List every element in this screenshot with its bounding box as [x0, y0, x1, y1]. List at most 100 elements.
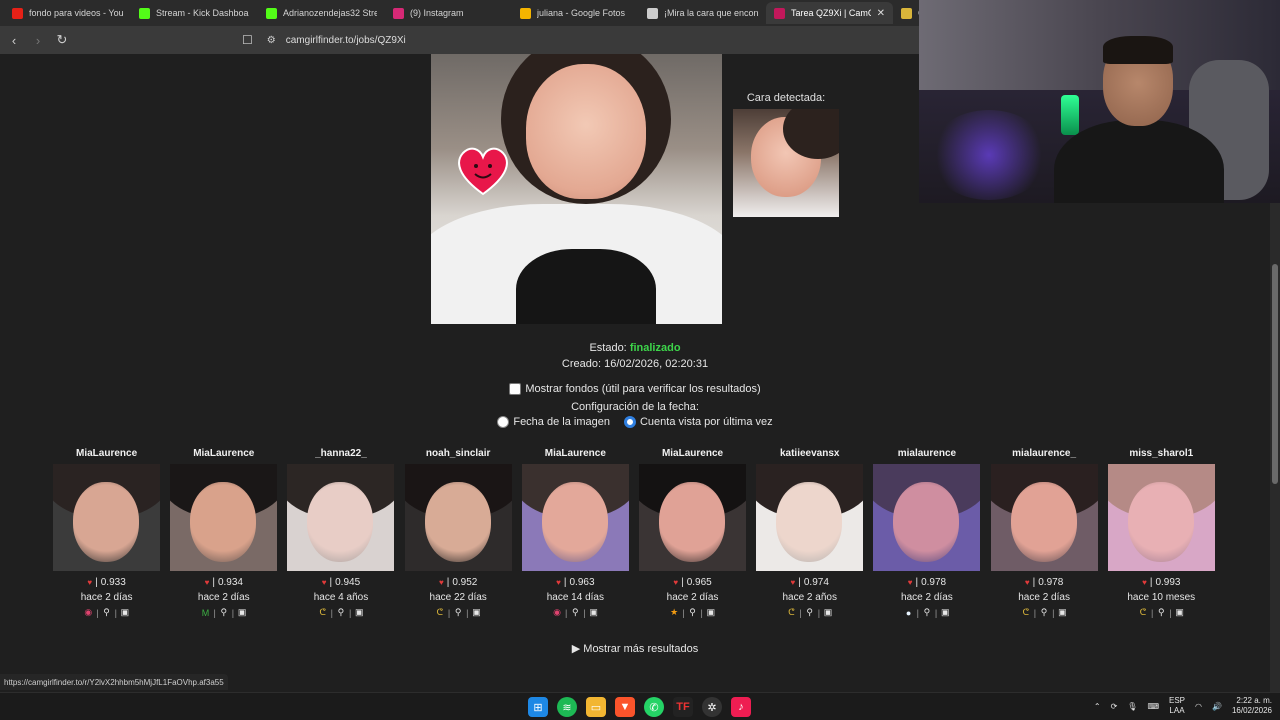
result-card[interactable]: mialaurence_ ♥ | 0.978 hace 2 días ᕦ | ⚲ | ▣: [986, 448, 1103, 618]
result-username[interactable]: _hanna22_: [315, 448, 367, 464]
result-thumbnail[interactable]: [404, 464, 512, 571]
result-thumbnail[interactable]: [521, 464, 629, 571]
profile-card-icon[interactable]: ▣: [472, 607, 482, 618]
result-username[interactable]: mialaurence_: [1012, 448, 1076, 464]
location-pin-icon[interactable]: ⚲: [1156, 607, 1166, 618]
result-thumbnail[interactable]: [53, 464, 161, 571]
result-thumbnail[interactable]: [639, 464, 747, 571]
reload-icon[interactable]: ↻: [52, 30, 72, 50]
brave-icon[interactable]: ▼: [615, 697, 635, 717]
sync-icon[interactable]: ⟳: [1111, 702, 1118, 711]
result-card[interactable]: miss_sharol1 ♥ | 0.993 hace 10 meses ᕦ | ⚲ | ▣: [1103, 448, 1220, 618]
radio-image-date-label[interactable]: Fecha de la imagen: [513, 416, 610, 428]
platform-icon[interactable]: ᕦ: [435, 607, 445, 618]
platform-icon[interactable]: M: [200, 608, 210, 618]
windows-start-icon[interactable]: ⊞: [528, 697, 548, 717]
address-bar[interactable]: camgirlfinder.to/jobs/QZ9Xi: [286, 35, 406, 46]
result-thumbnail[interactable]: [287, 464, 395, 571]
back-icon[interactable]: ‹: [4, 30, 24, 50]
radio-last-seen-label[interactable]: Cuenta vista por última vez: [640, 416, 773, 428]
volume-icon[interactable]: 🔊: [1212, 702, 1222, 711]
result-thumbnail[interactable]: [990, 464, 1098, 571]
clock[interactable]: 2:22 a. m. 16/02/2026: [1232, 696, 1272, 716]
location-pin-icon[interactable]: ⚲: [102, 607, 112, 618]
location-pin-icon[interactable]: ⚲: [570, 607, 580, 618]
show-more-results-button[interactable]: ▶ Mostrar más resultados: [0, 642, 1270, 655]
scrollbar-thumb[interactable]: [1272, 264, 1278, 484]
profile-card-icon[interactable]: ▣: [1057, 607, 1067, 618]
browser-tab[interactable]: (9) Instagram: [385, 2, 512, 24]
profile-card-icon[interactable]: ▣: [120, 607, 130, 618]
file-explorer-icon[interactable]: ▭: [586, 697, 606, 717]
result-card[interactable]: MiaLaurence ♥ | 0.934 hace 2 días M | ⚲ | ▣: [165, 448, 282, 618]
result-card[interactable]: noah_sinclair ♥ | 0.952 hace 22 días ᕦ | ⚲ | ▣: [400, 448, 517, 618]
browser-tab[interactable]: juliana - Google Fotos: [512, 2, 639, 24]
location-pin-icon[interactable]: ⚲: [336, 607, 346, 618]
result-card[interactable]: katiieevansx ♥ | 0.974 hace 2 años ᕦ | ⚲ | ▣: [751, 448, 868, 618]
result-username[interactable]: MiaLaurence: [545, 448, 606, 464]
result-username[interactable]: katiieevansx: [780, 448, 840, 464]
profile-card-icon[interactable]: ▣: [354, 607, 364, 618]
profile-card-icon[interactable]: ▣: [589, 607, 599, 618]
chatgpt-icon[interactable]: ✲: [702, 697, 722, 717]
platform-icon[interactable]: ◉: [552, 607, 562, 618]
language-indicator[interactable]: ESP LAA: [1169, 696, 1185, 716]
whatsapp-icon[interactable]: ✆: [644, 697, 664, 717]
tab-label: ¡Mira la cara que encontré: [664, 8, 758, 18]
platform-icon[interactable]: ᕦ: [786, 607, 796, 618]
spotify-icon[interactable]: ≋: [557, 697, 577, 717]
result-username[interactable]: MiaLaurence: [76, 448, 137, 464]
tiktok-icon[interactable]: ♪: [731, 697, 751, 717]
result-card[interactable]: MiaLaurence ♥ | 0.965 hace 2 días ★ | ⚲ | ▣: [634, 448, 751, 618]
result-username[interactable]: miss_sharol1: [1129, 448, 1193, 464]
radio-image-date[interactable]: [497, 416, 510, 428]
platform-icon[interactable]: ★: [669, 607, 679, 618]
show-backgrounds-checkbox[interactable]: [509, 383, 522, 395]
browser-tab[interactable]: Tarea QZ9Xi | CamGirl ✕: [766, 2, 893, 24]
keyboard-icon[interactable]: ⌨: [1147, 702, 1159, 711]
platform-icon[interactable]: ᕦ: [1138, 607, 1148, 618]
result-card[interactable]: mialaurence ♥ | 0.978 hace 2 días ● | ⚲ | ▣: [868, 448, 985, 618]
radio-last-seen[interactable]: [623, 416, 636, 428]
platform-icon[interactable]: ᕦ: [318, 607, 328, 618]
browser-tab[interactable]: Adrianozendejas32 Stream: [258, 2, 385, 24]
profile-card-icon[interactable]: ▣: [1175, 607, 1185, 618]
forward-icon[interactable]: ›: [28, 30, 48, 50]
chevron-up-icon[interactable]: ⌃: [1094, 702, 1101, 711]
site-settings-icon[interactable]: ⚙: [267, 35, 276, 46]
result-username[interactable]: mialaurence: [898, 448, 956, 464]
location-pin-icon[interactable]: ⚲: [922, 607, 932, 618]
location-pin-icon[interactable]: ⚲: [219, 607, 229, 618]
profile-card-icon[interactable]: ▣: [940, 607, 950, 618]
platform-icon[interactable]: ●: [904, 608, 914, 618]
location-pin-icon[interactable]: ⚲: [1039, 607, 1049, 618]
browser-tab[interactable]: Stream - Kick Dashboa: [131, 2, 258, 24]
tf-icon[interactable]: TF: [673, 697, 693, 717]
result-thumbnail[interactable]: [1107, 464, 1215, 571]
platform-icon[interactable]: ◉: [83, 607, 93, 618]
profile-card-icon[interactable]: ▣: [706, 607, 716, 618]
result-thumbnail[interactable]: [170, 464, 278, 571]
result-card[interactable]: MiaLaurence ♥ | 0.933 hace 2 días ◉ | ⚲ | ▣: [48, 448, 165, 618]
platform-icon[interactable]: ᕦ: [1021, 607, 1031, 618]
result-card[interactable]: MiaLaurence ♥ | 0.963 hace 14 días ◉ | ⚲ | ▣: [517, 448, 634, 618]
bookmark-icon[interactable]: ☐: [242, 33, 253, 47]
mic-icon[interactable]: 🎙: [1127, 702, 1137, 711]
result-thumbnail[interactable]: [873, 464, 981, 571]
wifi-icon[interactable]: ◠: [1195, 702, 1202, 711]
location-pin-icon[interactable]: ⚲: [805, 607, 815, 618]
result-thumbnail[interactable]: [756, 464, 864, 571]
tab-close-icon[interactable]: ✕: [877, 8, 885, 19]
location-pin-icon[interactable]: ⚲: [688, 607, 698, 618]
show-backgrounds-label[interactable]: Mostrar fondos (útil para verificar los …: [525, 383, 760, 395]
result-username[interactable]: noah_sinclair: [426, 448, 490, 464]
browser-tab[interactable]: ¡Mira la cara que encontré: [639, 2, 766, 24]
profile-card-icon[interactable]: ▣: [823, 607, 833, 618]
profile-card-icon[interactable]: ▣: [237, 607, 247, 618]
browser-tab[interactable]: fondo para videos - YouTu: [4, 2, 131, 24]
result-score: ♥ | 0.978: [1024, 577, 1064, 588]
result-username[interactable]: MiaLaurence: [662, 448, 723, 464]
result-username[interactable]: MiaLaurence: [193, 448, 254, 464]
result-card[interactable]: _hanna22_ ♥ | 0.945 hace 4 años ᕦ | ⚲ | ▣: [282, 448, 399, 618]
location-pin-icon[interactable]: ⚲: [453, 607, 463, 618]
